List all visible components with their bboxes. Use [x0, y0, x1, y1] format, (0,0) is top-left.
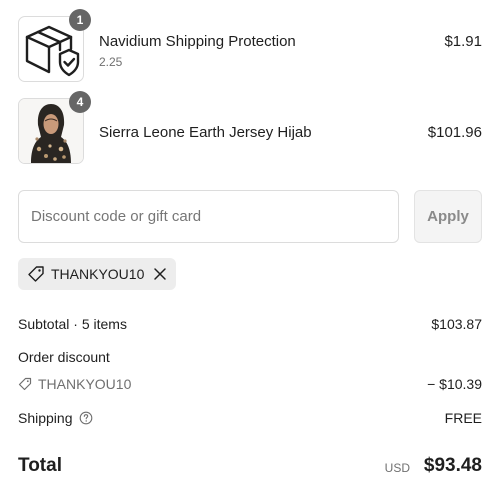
discount-code-row: THANKYOU10 − $10.39 [18, 376, 482, 392]
total-amount: $93.48 [423, 455, 482, 476]
item-price: $1.91 [444, 33, 482, 50]
item-name: Navidium Shipping Protection [99, 33, 296, 50]
order-discount-row: Order discount [18, 349, 482, 365]
subtotal-value: $103.87 [431, 316, 482, 332]
shipping-label: Shipping [18, 410, 73, 426]
total-row: Total USD $93.48 [18, 455, 482, 481]
quantity-badge: 1 [69, 9, 91, 31]
apply-button[interactable]: Apply [414, 190, 482, 243]
discount-amount: − $10.39 [427, 376, 482, 392]
tag-icon [18, 377, 32, 391]
shipping-value: FREE [444, 410, 482, 426]
tag-icon [28, 266, 44, 282]
quantity-badge: 4 [69, 91, 91, 113]
line-item: 1 Navidium Shipping Protection 2.25 $1.9… [18, 9, 482, 82]
discount-code-input[interactable] [18, 190, 399, 243]
subtotal-label: Subtotal · 5 items [18, 316, 127, 332]
item-price: $101.96 [427, 124, 482, 141]
shipping-row: Shipping FREE [18, 410, 482, 426]
line-item: 4 Sierra Leone Earth Jersey Hijab $101.9… [18, 91, 482, 164]
total-label: Total [18, 455, 62, 476]
subtotal-row: Subtotal · 5 items $103.87 [18, 316, 482, 332]
help-icon[interactable] [79, 411, 93, 425]
item-variant: 2.25 [99, 55, 123, 69]
item-name: Sierra Leone Earth Jersey Hijab [99, 124, 312, 141]
discount-code-name: THANKYOU10 [38, 376, 132, 392]
order-discount-label: Order discount [18, 349, 110, 365]
applied-discount-chip: THANKYOU10 [18, 258, 176, 290]
remove-discount-icon[interactable] [153, 267, 167, 281]
currency-code: USD [384, 461, 410, 475]
discount-code-label: THANKYOU10 [51, 266, 145, 282]
